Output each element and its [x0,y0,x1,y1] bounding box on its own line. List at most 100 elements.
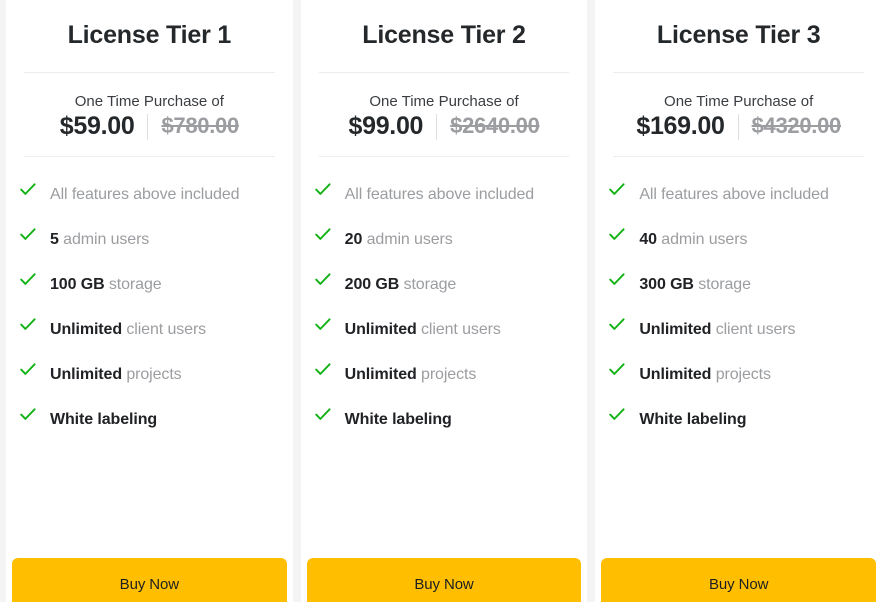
price-current: $59.00 [59,111,135,140]
feature-highlight: Unlimited [344,321,417,338]
feature-list: All features above included 5 admin users… [6,157,293,558]
feature-highlight: Unlimited [344,366,417,383]
tier-title: License Tier 2 [362,21,526,50]
price-caption: One Time Purchase of [74,92,224,110]
feature-detail: storage [693,276,751,293]
check-icon [314,181,331,203]
feature-item: 200 GB storage [314,271,574,298]
buy-now-button[interactable]: Buy Now [601,558,877,602]
check-icon [314,271,331,293]
feature-text: White labeling [50,406,157,433]
check-icon [314,361,331,383]
feature-item: Unlimited client users [20,316,279,343]
feature-detail: projects [711,366,771,383]
feature-text: 200 GB storage [345,271,457,298]
feature-detail: admin users [362,231,453,248]
price-block: One Time Purchase of $169.00 $4320.00 [595,73,882,156]
price-original: $780.00 [161,113,239,139]
price-caption: One Time Purchase of [664,92,814,110]
check-icon [20,181,36,203]
feature-detail: storage [104,276,162,293]
tier-title: License Tier 1 [67,21,232,50]
feature-highlight: Unlimited [639,321,712,338]
feature-highlight: 300 GB [639,276,694,293]
feature-text: Unlimited client users [639,316,795,343]
feature-highlight: Unlimited [50,366,122,383]
feature-highlight: White labeling [639,411,747,428]
price-separator [737,113,739,140]
feature-text: Unlimited client users [50,316,206,343]
feature-detail: admin users [58,231,150,248]
feature-item: Unlimited projects [20,361,279,388]
feature-list: All features above included 40 admin user… [595,157,882,558]
feature-detail: client users [416,321,501,338]
buy-now-button[interactable]: Buy Now [306,558,582,602]
pricing-card-tier-2: License Tier 2 One Time Purchase of $99.00… [300,0,588,602]
price-current: $169.00 [636,111,725,140]
feature-item: All features above included [20,181,279,208]
feature-text: White labeling [639,406,746,433]
tier-title: License Tier 3 [656,21,821,50]
feature-item: Unlimited client users [314,316,574,343]
feature-item: 5 admin users [20,226,279,253]
feature-text: White labeling [345,406,452,433]
feature-detail: client users [711,321,796,338]
price-current: $99.00 [348,111,424,140]
feature-item: 100 GB storage [20,271,279,298]
check-icon [609,226,625,248]
buy-now-button[interactable]: Buy Now [12,558,287,602]
feature-item: White labeling [20,406,279,433]
feature-detail: storage [399,276,457,293]
pricing-card-tier-3: License Tier 3 One Time Purchase of $169.0… [595,0,882,602]
feature-highlight: 20 [344,231,363,248]
feature-highlight: 100 GB [50,276,105,293]
buy-button-wrap: Buy Now [6,558,293,602]
check-icon [609,181,625,203]
check-icon [314,316,331,338]
feature-detail: All features above included [344,186,535,203]
feature-text: 5 admin users [50,226,149,253]
feature-detail: All features above included [639,186,829,203]
check-icon [314,406,331,428]
check-icon [20,361,36,383]
feature-detail: projects [122,366,182,383]
buy-button-wrap: Buy Now [595,558,882,602]
feature-text: Unlimited projects [639,361,771,388]
check-icon [609,406,625,428]
feature-highlight: Unlimited [639,366,712,383]
feature-item: White labeling [314,406,574,433]
price-row: $59.00 $780.00 [59,111,239,141]
feature-item: 40 admin users [609,226,868,253]
price-caption: One Time Purchase of [369,92,519,110]
feature-text: 20 admin users [345,226,453,253]
price-block: One Time Purchase of $99.00 $2640.00 [301,73,588,156]
feature-detail: admin users [656,231,748,248]
feature-detail: All features above included [50,186,240,203]
check-icon [609,361,625,383]
price-original: $2640.00 [450,113,540,139]
feature-detail: projects [416,366,477,383]
feature-list: All features above included 20 admin user… [301,157,588,558]
feature-item: Unlimited client users [609,316,868,343]
feature-item: All features above included [609,181,868,208]
feature-item: 300 GB storage [609,271,868,298]
price-block: One Time Purchase of $59.00 $780.00 [6,73,293,156]
price-row: $169.00 $4320.00 [636,111,841,141]
check-icon [609,271,625,293]
check-icon [20,406,36,428]
tier-header: License Tier 2 [301,0,588,72]
feature-text: Unlimited projects [50,361,182,388]
feature-text: All features above included [639,181,829,208]
feature-text: 40 admin users [639,226,747,253]
price-separator [147,113,149,140]
feature-highlight: White labeling [344,411,452,428]
check-icon [609,316,625,338]
check-icon [20,316,36,338]
feature-text: 300 GB storage [639,271,751,298]
pricing-grid: License Tier 1 One Time Purchase of $59.00… [0,0,882,602]
feature-highlight: Unlimited [50,321,122,338]
price-separator [436,113,438,140]
feature-text: Unlimited client users [345,316,501,343]
feature-highlight: 40 [639,231,657,248]
feature-text: All features above included [344,181,535,208]
